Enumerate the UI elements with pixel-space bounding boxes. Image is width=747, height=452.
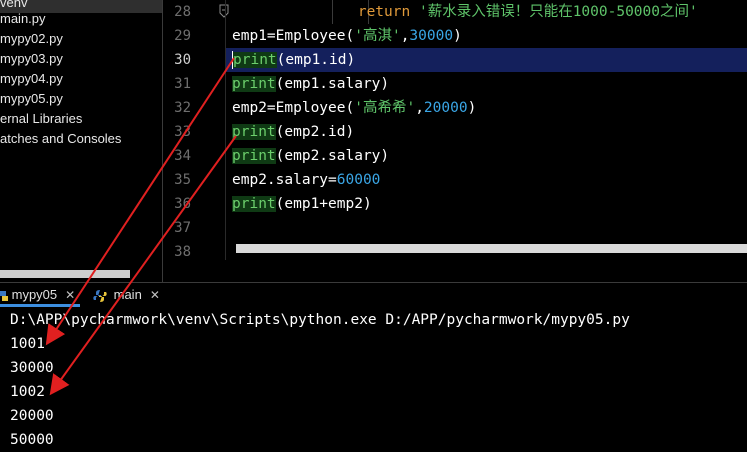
code-text: (emp1+emp2): [275, 196, 372, 212]
line-number: 37: [174, 220, 191, 236]
tree-item-label: mypy02.py: [0, 31, 63, 46]
console-output-line: 20000: [10, 408, 54, 424]
line-number: 31: [174, 76, 191, 92]
code-text: emp1=Employee(: [232, 28, 355, 44]
code-text: ,: [415, 100, 424, 116]
current-line-number: 30: [174, 52, 191, 68]
string-literal: '薪水录入错误！只能在1000-50000之间': [418, 4, 698, 20]
line-number: 33: [174, 124, 191, 140]
tree-item-label: mypy05.py: [0, 91, 63, 106]
code-line[interactable]: emp2=Employee('高希希',20000): [232, 96, 476, 120]
line-number: 35: [174, 172, 191, 188]
tree-item-mypy03[interactable]: mypy03.py: [0, 49, 63, 69]
tree-item-label: ernal Libraries: [0, 111, 83, 126]
line-number: 36: [174, 196, 191, 212]
run-tab-label: main: [113, 287, 142, 302]
code-text: (emp2.salary): [275, 148, 390, 164]
code-line[interactable]: print(emp1+emp2): [232, 192, 372, 216]
console-output-line: 50000: [10, 432, 54, 448]
line-number: 29: [174, 28, 191, 44]
tree-item-external-libraries[interactable]: ernal Libraries: [0, 109, 82, 129]
run-console[interactable]: D:\APP\pycharmwork\venv\Scripts\python.e…: [0, 307, 747, 450]
tree-item-label: mypy04.py: [0, 71, 63, 86]
code-text: ): [453, 28, 462, 44]
number-literal: 30000: [409, 28, 454, 44]
code-text: emp2.salary=: [232, 172, 337, 188]
code-line[interactable]: emp1=Employee('高淇',30000): [232, 24, 462, 48]
string-literal: '高希希': [354, 100, 416, 116]
tree-item-scratches-consoles[interactable]: atches and Consoles: [0, 129, 121, 149]
code-text: (emp2.id): [275, 124, 355, 140]
code-line[interactable]: print(emp1.salary): [232, 72, 389, 96]
tree-horizontal-scrollbar[interactable]: [0, 270, 130, 278]
console-output-line: 1002: [10, 384, 45, 400]
builtin-print: print: [232, 124, 276, 140]
python-file-icon: [93, 289, 107, 302]
number-literal: 20000: [423, 100, 468, 116]
run-tab-bar: mypy05 ✕ main ✕: [0, 283, 747, 307]
code-line[interactable]: print(emp2.id): [232, 120, 354, 144]
python-file-icon: [0, 290, 8, 301]
tree-item-label: main.py: [0, 11, 46, 26]
code-text: emp2=Employee(: [232, 100, 355, 116]
builtin-print: print: [232, 196, 276, 212]
line-number: 38: [174, 244, 191, 260]
code-text: (emp1.id): [276, 52, 356, 68]
project-tree: venv main.py mypy02.py mypy03.py mypy04.…: [0, 0, 162, 282]
tree-item-label: atches and Consoles: [0, 131, 122, 146]
tree-item-mypy05[interactable]: mypy05.py: [0, 89, 63, 109]
code-line-current[interactable]: print(emp1.id): [232, 48, 355, 72]
builtin-print: print: [233, 52, 277, 68]
code-text: ): [467, 100, 477, 116]
number-literal: 60000: [336, 172, 381, 188]
code-area[interactable]: return '薪水录入错误！只能在1000-50000之间' emp1=Emp…: [226, 0, 747, 260]
code-line[interactable]: print(emp2.salary): [232, 144, 389, 168]
code-text: (emp1.salary): [275, 76, 390, 92]
string-literal: '高淇': [354, 28, 401, 44]
code-editor[interactable]: 28 29 30 31 32 33 34 35 36 37 38 return …: [163, 0, 747, 260]
keyword-return: return: [357, 4, 411, 20]
editor-horizontal-scrollbar[interactable]: [236, 244, 747, 253]
tree-item-mypy02[interactable]: mypy02.py: [0, 29, 63, 49]
run-tab-label: mypy05: [11, 287, 58, 302]
line-gutter: 28 29 30 31 32 33 34 35 36 37 38: [163, 0, 229, 260]
console-command-line: D:\APP\pycharmwork\venv\Scripts\python.e…: [10, 312, 630, 328]
line-number: 28: [174, 4, 191, 20]
tree-item-mypy04[interactable]: mypy04.py: [0, 69, 63, 89]
builtin-print: print: [232, 76, 276, 92]
code-line[interactable]: return '薪水录入错误！只能在1000-50000之间': [232, 0, 698, 24]
line-number: 34: [174, 148, 191, 164]
console-output-line: 1001: [10, 336, 45, 352]
code-line[interactable]: emp2.salary=60000: [232, 168, 380, 192]
close-icon[interactable]: ✕: [150, 288, 160, 302]
tree-item-label: mypy03.py: [0, 51, 63, 66]
line-number: 32: [174, 100, 191, 116]
close-icon[interactable]: ✕: [65, 288, 75, 302]
console-output-line: 30000: [10, 360, 54, 376]
builtin-print: print: [232, 148, 276, 164]
run-tab-main[interactable]: main ✕: [93, 283, 160, 307]
tree-item-main-py[interactable]: main.py: [0, 9, 46, 29]
